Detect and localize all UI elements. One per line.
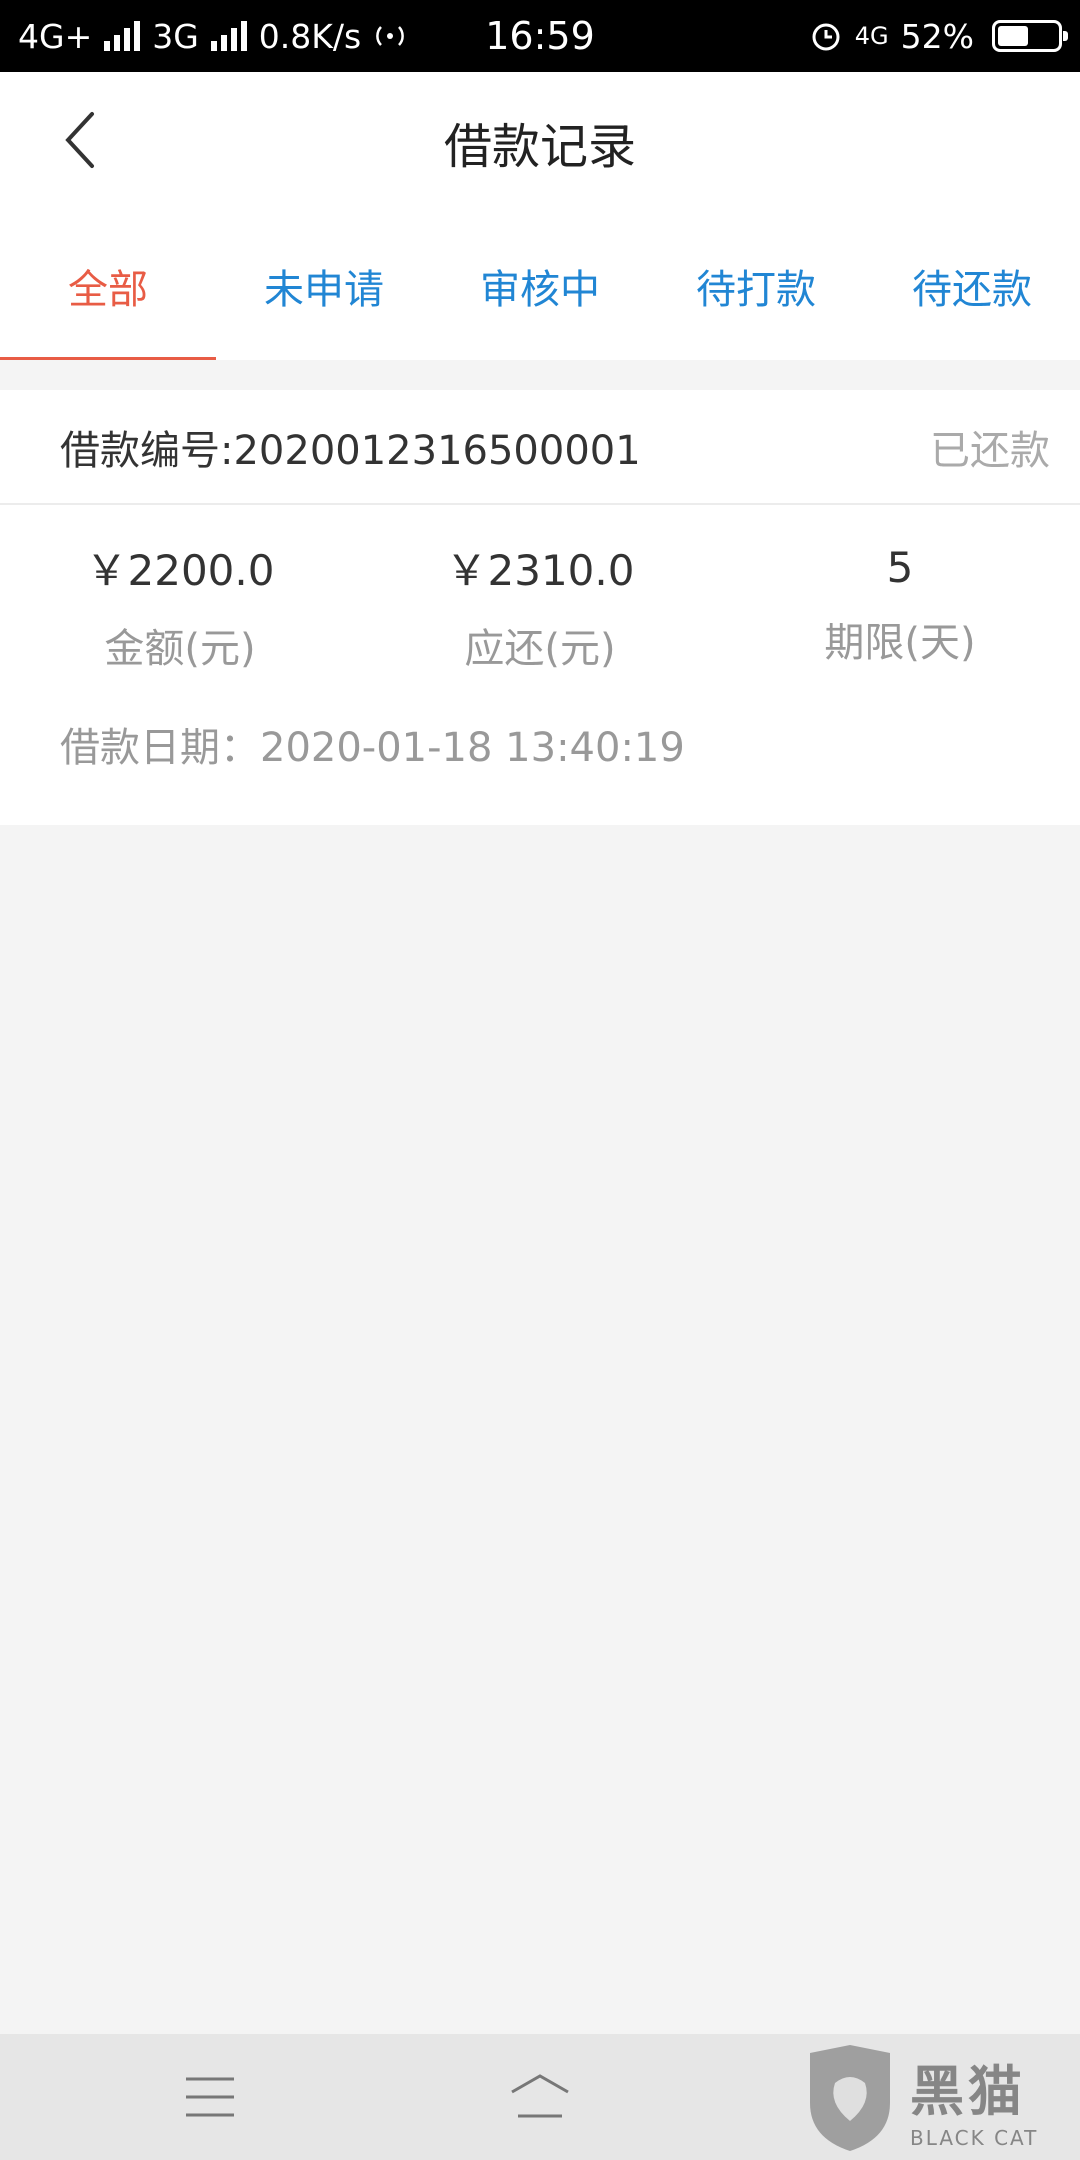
status-right: 4G 52% [809,16,1068,56]
alarm-icon [812,23,840,51]
loan-date: 借款日期：2020-01-18 13:40:19 [60,725,685,771]
repay-value: ￥2310.0 [445,545,635,595]
hotspot-icon [376,26,405,46]
network-type-2: 3G [152,16,199,56]
loan-record-card[interactable]: 借款编号:2020012316500001 已还款 ￥2200.0 金额(元) … [0,390,1080,825]
battery-icon [992,20,1068,52]
signal-icon-2 [210,21,247,51]
watermark-cn: 黑猫 [910,2059,1026,2123]
signal-icon [104,21,141,51]
chevron-left-icon [65,112,94,168]
network-type-1: 4G+ [18,16,93,56]
watermark: 黑猫 BLACK CAT [800,2040,1070,2156]
status-left: 4G+ 3G 0.8K/s [18,17,407,56]
network-type-3: 4G [854,22,889,50]
home-icon [511,2074,569,2118]
menu-nav-button[interactable] [150,2047,270,2147]
watermark-text: 黑猫 BLACK CAT [910,2047,1038,2150]
loan-stats: ￥2200.0 金额(元) ￥2310.0 应还(元) 5 期限(天) [0,505,1080,705]
loan-card-header: 借款编号:2020012316500001 已还款 [0,390,1080,505]
term-label: 期限(天) [824,619,976,666]
menu-icon [186,2077,234,2117]
header: 借款记录 [0,72,1080,212]
battery-fill [998,26,1028,46]
tab-all[interactable]: 全部 [0,212,216,360]
loan-number: 借款编号:2020012316500001 [60,427,641,474]
battery-percent: 52% [900,16,974,56]
back-button[interactable] [40,100,120,180]
tab-bar: 全部 未申请 审核中 待打款 待还款 [0,212,1080,360]
stat-term: 5 期限(天) [720,543,1080,668]
tab-not-applied[interactable]: 未申请 [216,212,432,360]
loan-status-badge: 已还款 [930,427,1050,474]
repay-label: 应还(元) [464,625,616,672]
amount-label: 金额(元) [104,625,256,672]
home-nav-button[interactable] [480,2047,600,2147]
stat-repay: ￥2310.0 应还(元) [360,537,720,674]
black-cat-logo-icon [810,2045,890,2151]
tab-pending-payout[interactable]: 待打款 [648,212,864,360]
status-bar: 4G+ 3G 0.8K/s 16:59 4G 52% [0,0,1080,72]
tab-pending-repayment[interactable]: 待还款 [864,212,1080,360]
network-speed: 0.8K/s [258,16,362,56]
amount-value: ￥2200.0 [85,545,275,595]
stat-amount: ￥2200.0 金额(元) [0,537,360,674]
page-title: 借款记录 [443,119,636,175]
tab-under-review[interactable]: 审核中 [432,212,648,360]
term-value: 5 [886,542,914,592]
watermark-en: BLACK CAT [910,2125,1039,2150]
